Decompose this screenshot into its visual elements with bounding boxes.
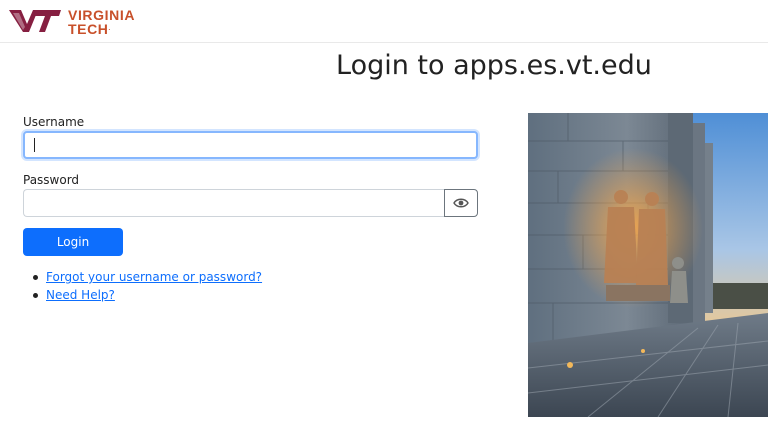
brand-line1: VIRGINIA — [68, 7, 136, 23]
campus-photo-image — [528, 113, 768, 417]
eye-icon — [453, 198, 469, 208]
brand-line2: TECH — [68, 21, 109, 37]
password-input[interactable] — [23, 189, 445, 217]
trademark-mark: . — [108, 26, 111, 32]
site-header: VIRGINIA TECH. — [0, 0, 768, 43]
need-help-link[interactable]: Need Help? — [46, 288, 115, 302]
login-button[interactable]: Login — [23, 228, 123, 256]
forgot-credentials-link[interactable]: Forgot your username or password? — [46, 270, 262, 284]
username-input[interactable] — [23, 131, 478, 159]
password-label: Password — [23, 173, 80, 187]
help-links: Forgot your username or password? Need H… — [30, 270, 262, 306]
vt-logo[interactable]: VIRGINIA TECH. — [8, 7, 158, 37]
show-password-button[interactable] — [444, 189, 478, 217]
username-label: Username — [23, 115, 85, 129]
campus-photo — [528, 113, 768, 417]
vt-wordmark: VIRGINIA TECH. — [68, 8, 135, 36]
vt-monogram-icon — [9, 10, 61, 32]
list-item: Need Help? — [30, 288, 262, 306]
page-title: Login to apps.es.vt.edu — [336, 50, 652, 81]
text-caret — [34, 138, 35, 152]
list-item: Forgot your username or password? — [30, 270, 262, 288]
